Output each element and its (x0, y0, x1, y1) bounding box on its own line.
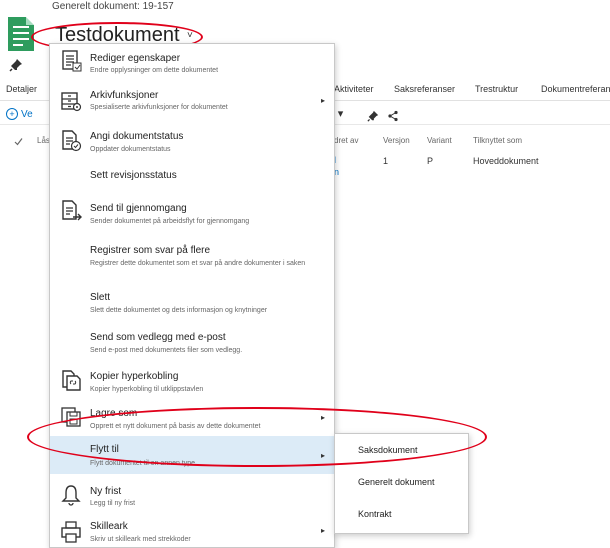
menu-item-label: Send til gjennomgang (90, 203, 187, 214)
archive-functions-icon (61, 92, 82, 112)
menu-item-label: Registrer som svar på flere (90, 245, 211, 256)
menu-item-slett[interactable]: Slett Slett dette dokumentet og dets inf… (50, 284, 334, 319)
menu-item-desc: Oppdater dokumentstatus (90, 146, 171, 153)
menu-item-registrer-som-svar[interactable]: Registrer som svar på flere Registrer de… (50, 235, 334, 279)
document-status-icon (62, 130, 82, 152)
menu-item-desc: Skriv ut skilleark med strekkoder (90, 536, 191, 543)
copy-link-icon (62, 370, 81, 391)
document-subtitle: Generelt dokument: 19-157 (52, 1, 174, 12)
menu-item-desc: Spesialiserte arkivfunksjoner for dokume… (90, 104, 228, 111)
menu-item-label: Sett revisjonsstatus (90, 170, 177, 181)
row-variant: P (427, 156, 434, 166)
chevron-right-icon: ▸ (321, 526, 326, 535)
send-review-icon (62, 200, 82, 221)
add-button-label: Ve (21, 109, 33, 120)
menu-item-desc: Legg til ny frist (90, 500, 136, 507)
menu-item-send-til-gjennomgang[interactable]: Send til gjennomgang Sender dokumentet p… (50, 195, 334, 230)
menu-item-desc: Send e-post med dokumentets filer som ve… (90, 347, 243, 354)
menu-item-angi-dokumentstatus[interactable]: Angi dokumentstatus Oppdater dokumentsta… (50, 123, 334, 158)
tab-saksreferanser[interactable]: Saksreferanser (394, 84, 455, 94)
pin-icon[interactable] (9, 58, 23, 72)
menu-item-arkivfunksjoner[interactable]: Arkivfunksjoner Spesialiserte arkivfunks… (50, 82, 334, 120)
annotation-ellipse-move (27, 407, 487, 467)
tab-detaljer[interactable]: Detaljer (6, 84, 37, 94)
pin-icon[interactable] (367, 110, 379, 122)
menu-item-skilleark[interactable]: Skilleark Skriv ut skilleark med strekko… (50, 514, 334, 547)
menu-item-send-som-vedlegg[interactable]: Send som vedlegg med e-post Send e-post … (50, 324, 334, 359)
tab-aktiviteter[interactable]: Aktiviteter (334, 84, 374, 94)
menu-item-desc: Kopier hyperkobling til utklippstavlen (90, 386, 204, 393)
menu-item-label: Skilleark (90, 521, 128, 532)
column-header-endret-av[interactable]: dret av (334, 136, 358, 145)
menu-item-label: Kopier hyperkobling (90, 371, 179, 382)
add-button[interactable]: + Ve (6, 108, 33, 120)
share-icon[interactable] (387, 110, 399, 122)
column-header-variant[interactable]: Variant (427, 136, 452, 145)
menu-item-label: Rediger egenskaper (90, 53, 181, 64)
edit-properties-icon (62, 50, 82, 72)
menu-item-rediger-egenskaper[interactable]: Rediger egenskaper Endre opplysninger om… (50, 44, 334, 79)
printer-icon (61, 521, 81, 543)
context-menu: Rediger egenskaper Endre opplysninger om… (49, 43, 335, 548)
menu-item-kopier-hyperkobling[interactable]: Kopier hyperkobling Kopier hyperkobling … (50, 362, 334, 397)
column-header-tilknyttet[interactable]: Tilknyttet som (473, 136, 522, 145)
row-versjon: 1 (383, 156, 389, 166)
menu-item-label: Arkivfunksjoner (90, 90, 159, 101)
tab-dokumentreferanser[interactable]: Dokumentreferanser (541, 84, 610, 94)
column-header-las[interactable]: Lås (37, 136, 50, 145)
menu-item-desc: Endre opplysninger om dette dokumentet (90, 67, 219, 74)
submenu-item-kontrakt[interactable]: Kontrakt (358, 509, 392, 519)
menu-item-sett-revisjonsstatus[interactable]: Sett revisjonsstatus (50, 161, 334, 187)
menu-item-label: Send som vedlegg med e-post (90, 332, 226, 343)
submenu-item-generelt-dokument[interactable]: Generelt dokument (358, 477, 435, 487)
document-type-icon (8, 17, 34, 51)
check-column-icon (14, 138, 23, 146)
menu-item-label: Slett (90, 292, 111, 303)
column-header-versjon[interactable]: Versjon (383, 136, 410, 145)
menu-item-ny-frist[interactable]: Ny frist Legg til ny frist (50, 480, 334, 515)
bell-icon (61, 485, 81, 506)
menu-item-label: Angi dokumentstatus (90, 131, 184, 142)
menu-item-desc: Slett dette dokumentet og dets informasj… (90, 307, 268, 314)
menu-item-desc: Sender dokumentet på arbeidsflyt for gje… (90, 218, 250, 225)
row-tilknyttet: Hoveddokument (473, 156, 539, 166)
chevron-right-icon: ▸ (321, 96, 326, 105)
tab-trestruktur[interactable]: Trestruktur (475, 84, 518, 94)
menu-item-label: Ny frist (90, 486, 122, 497)
menu-item-desc: Registrer dette dokumentet som et svar p… (90, 260, 306, 267)
plus-icon: + (6, 108, 18, 120)
